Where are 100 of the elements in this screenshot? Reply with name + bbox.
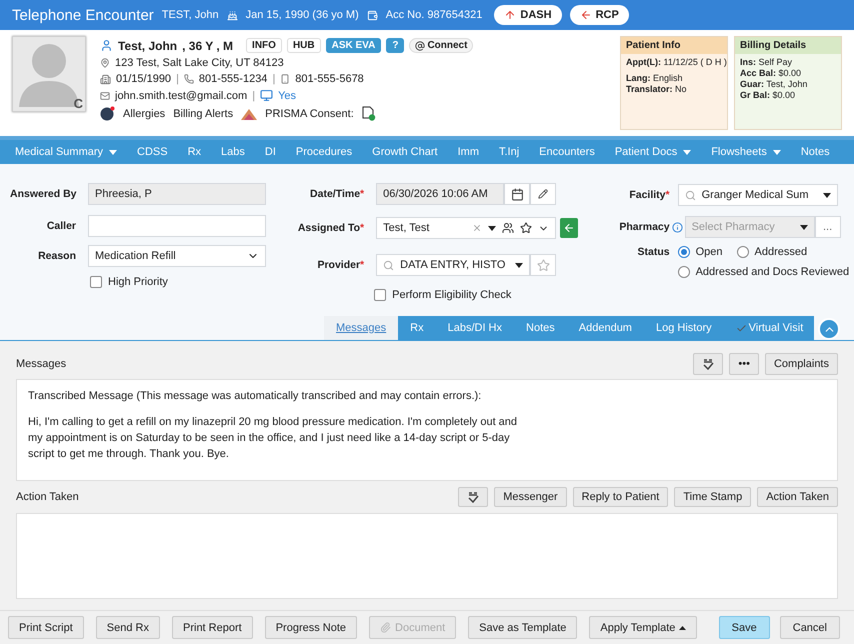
- map-pin-icon: [100, 58, 110, 68]
- more-button[interactable]: ...: [814, 216, 841, 238]
- edit-button[interactable]: [530, 183, 556, 205]
- more-button[interactable]: •••: [729, 353, 759, 375]
- radio-label: Addressed: [754, 246, 808, 258]
- provider-field[interactable]: DATA ENTRY, HISTO: [376, 254, 530, 276]
- header-tag-button[interactable]: Connect: [409, 38, 474, 53]
- alert-link[interactable]: Billing Alerts: [173, 108, 234, 120]
- search-icon: [383, 260, 394, 270]
- phone-icon: [184, 74, 194, 84]
- header-tag-button[interactable]: HUB: [286, 38, 321, 53]
- radio-button[interactable]: [678, 246, 690, 258]
- tab[interactable]: Messages: [324, 316, 398, 340]
- checkbox-label: High Priority: [108, 276, 168, 288]
- action-button[interactable]: Reply to Patient: [572, 487, 668, 507]
- wallet-icon: [366, 10, 378, 20]
- building-icon: [100, 74, 111, 84]
- card-line: Guar: Test, John: [740, 79, 808, 90]
- message-text: Transcribed Message (This message was automatically transcribed and may contain errors.):: [28, 389, 482, 404]
- section-label: Action Taken: [16, 491, 79, 503]
- field-label: Status: [636, 246, 670, 258]
- caret-icon: [515, 262, 524, 268]
- user-icon: [100, 39, 113, 52]
- calendar-icon: [510, 188, 524, 200]
- birth-date: 01/15/1990: [116, 73, 172, 85]
- assigned-to-field[interactable]: Test, Test: [376, 217, 556, 239]
- checkbox[interactable]: [90, 276, 102, 288]
- required-mark: *: [360, 188, 364, 200]
- card-line: Gr Bal: $0.00: [740, 90, 796, 101]
- favorite-button[interactable]: [530, 254, 556, 276]
- portal-status: Yes: [278, 90, 296, 102]
- spellcheck-icon: [467, 491, 480, 503]
- section-label: Messages: [16, 358, 66, 370]
- complaints-button[interactable]: Complaints: [764, 353, 838, 375]
- star-icon: [536, 258, 550, 272]
- calendar-button[interactable]: [504, 183, 530, 205]
- message-box[interactable]: [16, 379, 838, 481]
- field-label: Caller: [46, 220, 76, 232]
- radio-label: Open: [696, 246, 723, 258]
- action-button[interactable]: Time Stamp: [674, 487, 752, 507]
- allergy-icon: [100, 106, 115, 121]
- facility-field[interactable]: Granger Medical Sum: [678, 184, 838, 206]
- mobile-number: 801-555-5678: [295, 73, 364, 85]
- field-label: Answered By: [10, 188, 76, 200]
- account-number: Acc No. 987654321: [386, 9, 482, 21]
- card-title: Billing Details: [735, 37, 841, 54]
- assign-back-button[interactable]: [560, 218, 578, 238]
- radio-label: Addressed and Docs Reviewed: [696, 266, 850, 278]
- nav-pill-button[interactable]: RCP: [570, 5, 629, 25]
- age-sex: , 36 Y , M: [182, 38, 234, 52]
- radio-button[interactable]: [678, 266, 690, 278]
- separator: |: [272, 73, 276, 85]
- card-line: Lang: English: [626, 73, 683, 84]
- at-sign-icon: [415, 40, 426, 50]
- checkbox-label: Perform Eligibility Check: [392, 289, 512, 301]
- footer-button[interactable]: Save: [718, 616, 770, 639]
- spellcheck-button[interactable]: [693, 353, 724, 375]
- header-tag-button[interactable]: INFO: [246, 38, 282, 53]
- footer-button[interactable]: Send Rx: [96, 616, 160, 639]
- footer-button[interactable]: Progress Note: [264, 616, 358, 639]
- clear-icon: [472, 223, 482, 233]
- birth-date: Jan 15, 1990 (36 yo M): [246, 9, 359, 21]
- radio-button[interactable]: [736, 246, 749, 258]
- field-label: Pharmacy: [618, 221, 670, 233]
- collapse-button[interactable]: [818, 318, 840, 340]
- footer-button[interactable]: Print Report: [172, 616, 253, 639]
- monitor-icon: [260, 89, 274, 102]
- checkbox[interactable]: [374, 289, 386, 301]
- mail-icon: [100, 90, 110, 100]
- caret-icon: [683, 150, 692, 154]
- alert-link[interactable]: Allergies: [123, 108, 166, 120]
- nav-pill-button[interactable]: DASH: [494, 5, 562, 25]
- field-label: Assigned To*: [296, 222, 364, 234]
- pencil-icon: [538, 189, 548, 199]
- footer-button[interactable]: Save as Template: [468, 616, 578, 639]
- search-icon: [684, 190, 696, 200]
- reason-select[interactable]: Medication Refill: [88, 245, 266, 267]
- caller-field[interactable]: [88, 215, 266, 237]
- check-icon: [736, 322, 747, 334]
- spellcheck-icon: [702, 358, 714, 370]
- date-time-field[interactable]: 06/30/2026 10:06 AM: [376, 183, 504, 205]
- email: john.smith.test@gmail.com: [115, 90, 248, 102]
- mobile-icon: [280, 74, 290, 84]
- spellcheck-button[interactable]: [458, 487, 488, 507]
- card-line: Translator: No: [626, 84, 687, 95]
- group-icon: [502, 222, 514, 234]
- footer-button[interactable]: Print Script: [8, 616, 84, 639]
- caret-icon: [488, 226, 496, 230]
- card-line: Acc Bal: $0.00: [740, 68, 802, 79]
- caret-icon: [772, 150, 781, 154]
- action-button[interactable]: Action Taken: [757, 487, 838, 507]
- card-title: Patient Info: [621, 37, 727, 54]
- footer-button[interactable]: Cancel: [780, 616, 840, 639]
- footer-button[interactable]: Apply Template: [589, 616, 698, 639]
- required-mark: *: [360, 259, 364, 271]
- paperclip-icon: [380, 622, 392, 633]
- field-label: Date/Time*: [309, 188, 364, 200]
- action-button[interactable]: Messenger: [494, 487, 567, 507]
- message-text: Hi, I'm calling to get a refill on my linazepril 20 mg blood pressure medication. I'm completely out and my appointment is on Saturday to be seen in the office, and I just need like a 14-day script or 5-day script to get me through. Thank you. Bye.: [28, 415, 518, 462]
- card-line: Ins: Self Pay: [740, 57, 792, 68]
